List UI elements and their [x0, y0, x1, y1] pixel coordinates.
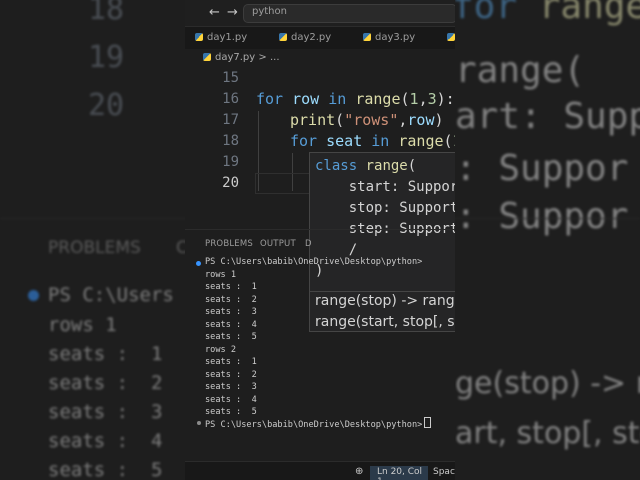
code-line-17: print("rows",row) — [290, 111, 444, 129]
command-center-search[interactable]: python — [243, 4, 455, 23]
python-file-icon — [279, 33, 287, 41]
terminal-prompt: PS C:\Users\babib\OneDrive\Desktop\pytho… — [205, 257, 423, 267]
editor-tabs: day1.py day2.py day3.py — [185, 27, 455, 49]
terminal-cursor — [424, 417, 432, 428]
terminal-line: seats : 1 — [205, 282, 257, 292]
line-number: 17 — [222, 112, 239, 128]
terminal-line: seats : 5 — [205, 332, 257, 342]
breadcrumb: day7.py > ... — [185, 49, 455, 67]
back-arrow-icon[interactable]: ← — [209, 5, 220, 20]
zoom-icon[interactable]: ⊕ — [355, 466, 363, 477]
tab-overflow[interactable] — [447, 27, 455, 49]
signature-line: stop: Support — [315, 200, 455, 216]
terminal-line: seats : 5 — [205, 407, 257, 417]
terminal-line: seats : 3 — [205, 307, 257, 317]
forward-arrow-icon[interactable]: → — [227, 5, 238, 20]
breadcrumb-more[interactable]: ... — [270, 52, 280, 63]
python-file-icon — [447, 33, 455, 41]
vscode-window: ← → python day1.py day2.py day3.py day7.… — [185, 0, 455, 480]
terminal-line: seats : 2 — [205, 369, 257, 380]
bg-terminal-line: seats : 3 — [48, 401, 163, 423]
tab-day2[interactable]: day2.py — [279, 27, 331, 49]
breadcrumb-separator: > — [258, 52, 267, 63]
signature-line: class range( — [315, 158, 417, 174]
bg-code: range( — [455, 50, 586, 91]
line-number-active: 20 — [222, 175, 239, 191]
line-number: 16 — [222, 91, 239, 107]
search-text: python — [252, 6, 287, 17]
bg-panel-label: PROBLEMS — [48, 238, 141, 258]
status-bar: ⊕ Ln 20, Col 1 Space — [185, 461, 455, 480]
line-col-indicator[interactable]: Ln 20, Col 1 — [370, 466, 428, 480]
bg-code: : Suppor — [455, 148, 629, 189]
prompt-status-dot — [196, 261, 201, 266]
panel-tabs: PROBLEMS OUTPUT D — [185, 229, 455, 256]
code-line-16: for row in range(1,3): — [256, 90, 455, 108]
bg-prompt-dot — [28, 290, 39, 301]
code-line-18: for seat in range(1 — [290, 132, 455, 150]
bg-code: art: Suppor — [455, 96, 640, 137]
title-bar: ← → python — [185, 0, 455, 27]
terminal-prompt: PS C:\Users\babib\OneDrive\Desktop\pytho… — [205, 417, 432, 430]
tab-output[interactable]: OUTPUT — [260, 239, 296, 249]
bg-code: : Suppor — [455, 196, 629, 237]
python-file-icon — [203, 53, 211, 61]
line-number: 19 — [222, 154, 239, 170]
bg-code: for range(1 — [452, 0, 640, 27]
tab-problems[interactable]: PROBLEMS — [205, 239, 253, 249]
bg-doc-line: art, stop[, ste — [455, 416, 640, 451]
terminal-line: seats : 3 — [205, 382, 257, 392]
bg-line-number: 19 — [88, 40, 125, 75]
tab-day1[interactable]: day1.py — [195, 27, 247, 49]
indentation-indicator[interactable]: Space — [433, 467, 455, 477]
bg-terminal-line: seats : 2 — [48, 372, 163, 394]
terminal-line: seats : 2 — [205, 294, 257, 305]
bg-terminal-line: seats : 1 — [48, 343, 163, 365]
python-file-icon — [195, 33, 203, 41]
bg-terminal-line: PS C:\Users — [48, 284, 174, 306]
line-number: 15 — [222, 70, 239, 86]
bg-terminal-line: seats : 5 — [48, 459, 163, 480]
terminal-line: seats : 4 — [205, 319, 257, 330]
bg-line-number: 18 — [88, 0, 125, 27]
terminal-line: seats : 4 — [205, 394, 257, 405]
terminal-line: seats : 1 — [205, 357, 257, 367]
bg-line-number: 20 — [88, 88, 125, 123]
bg-doc-line: ge(stop) -> range — [455, 366, 640, 401]
terminal-line: rows 1 — [205, 269, 237, 280]
bg-terminal-line: rows 1 — [48, 314, 117, 336]
tab-day3[interactable]: day3.py — [363, 27, 415, 49]
signature-line: start: Support — [315, 179, 455, 195]
terminal-line: rows 2 — [205, 344, 237, 355]
bg-terminal-line: seats : 4 — [48, 430, 163, 452]
breadcrumb-file[interactable]: day7.py — [215, 52, 255, 63]
terminal[interactable]: PS C:\Users\babib\OneDrive\Desktop\pytho… — [185, 255, 455, 460]
python-file-icon — [363, 33, 371, 41]
prompt-status-dot — [197, 421, 201, 425]
line-number: 18 — [222, 133, 239, 149]
tab-debug[interactable]: D — [305, 239, 312, 249]
